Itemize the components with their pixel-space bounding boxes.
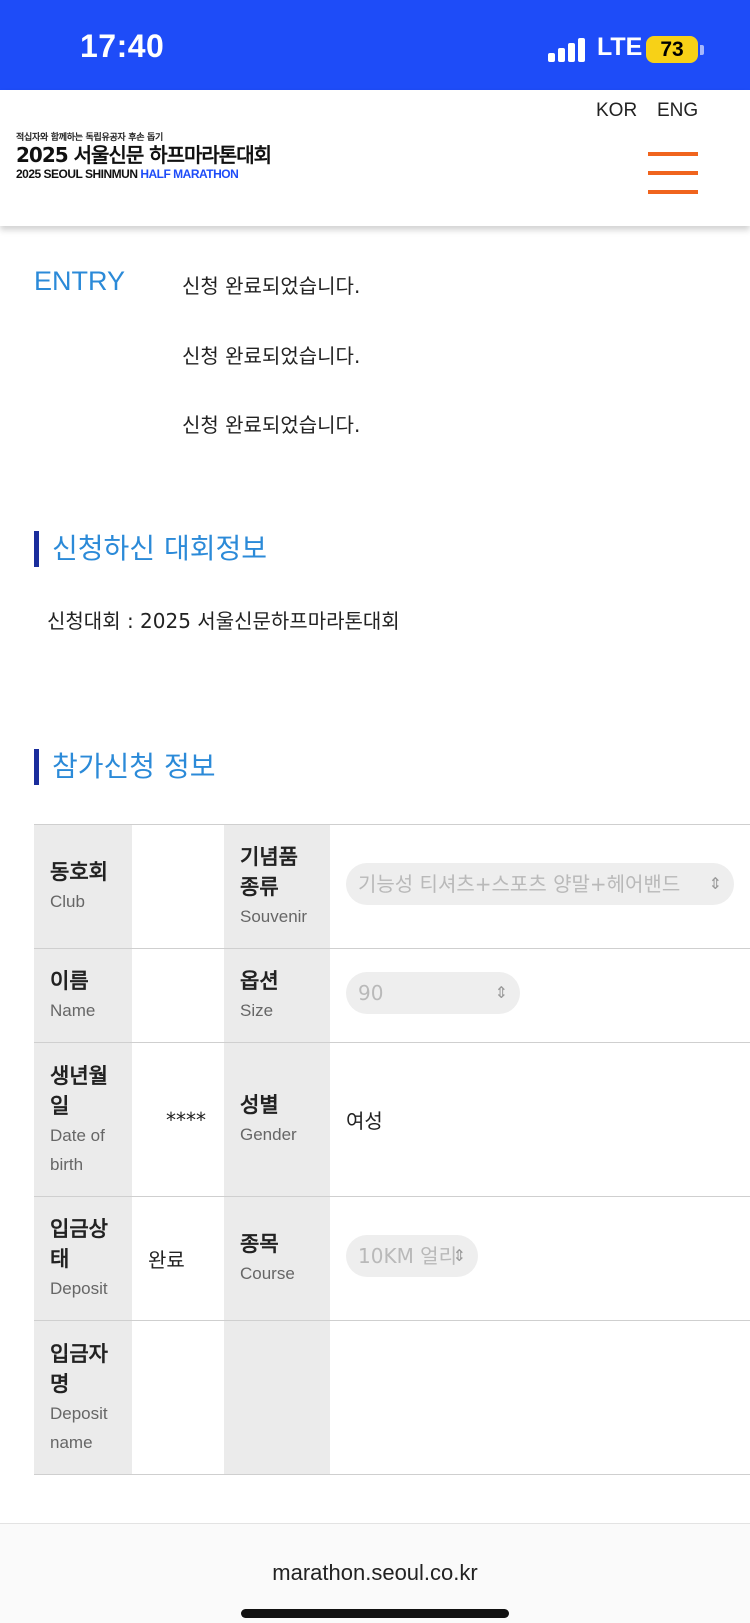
course-cell: 10KM 얼리 ⇕ [330,1196,750,1321]
course-label-en: Course [240,1264,295,1283]
dob-value: **** [132,1042,224,1197]
club-header: 동호회 Club [34,824,132,949]
deposit-value: 완료 [132,1196,224,1321]
logo-english: 2025 SEOUL SHINMUN HALF MARATHON [16,167,276,181]
table-row: 생년월 일 Date of birth **** 성별 Gender 여성 [34,1042,750,1197]
size-header: 옵션 Size [224,948,330,1043]
souvenir-label-en: Souvenir [240,907,308,926]
status-bar: 17:40 LTE 73 [0,0,750,90]
dob-label-en: Date of [50,1125,105,1145]
name-label: 이름 [50,969,89,993]
logo-title: 2025 서울신문 하프마라톤대회 [16,143,272,167]
logo-english-prefix: 2025 SEOUL SHINMUN [16,167,141,181]
size-select[interactable]: 90 ⇕ [346,972,520,1014]
depositor-label-en: Deposit [50,1403,108,1423]
depositor-value [132,1320,224,1475]
deposit-header: 입금상 태 Deposit [34,1196,132,1321]
table-row: 이름 Name 옵션 Size 90 ⇕ [34,948,750,1043]
gender-value: 여성 [330,1042,750,1197]
club-label: 동호회 [50,860,108,884]
site-logo[interactable]: 적십자와 함께하는 독립유공자 후손 돕기 2025 서울신문 하프마라톤대회 … [16,130,276,181]
size-label-en: Size [240,1001,274,1020]
browser-url-bar[interactable]: marathon.seoul.co.kr [0,1523,750,1623]
deposit-label-2: 태 [50,1247,70,1271]
event-name: 신청대회 : 2025 서울신문하프마라톤대회 [47,609,400,633]
menu-icon[interactable] [648,152,698,194]
url-text[interactable]: marathon.seoul.co.kr [0,1560,750,1586]
dob-header: 생년월 일 Date of birth [34,1042,132,1197]
depositor-header: 입금자 명 Deposit name [34,1320,132,1475]
participant-info-table: 동호회 Club 기념품 종류 Souvenir 기능성 티셔츠+스포츠 양말+… [34,824,750,1475]
souvenir-header: 기념품 종류 Souvenir [224,824,330,949]
entry-message: 신청 완료되었습니다. [182,344,361,368]
name-value [132,948,224,1043]
lang-eng-link[interactable]: ENG [657,100,698,122]
table-row: 입금상 태 Deposit 완료 종목 Course 10KM 얼리 ⇕ [34,1196,750,1321]
depositor-label-en-2: name [50,1432,93,1452]
dob-label-2: 일 [50,1093,70,1118]
club-value [132,824,224,949]
souvenir-label-2: 종류 [240,875,279,899]
select-arrows-icon: ⇕ [708,874,722,893]
logo-english-accent: HALF MARATHON [140,167,239,181]
participant-section-title: 참가신청 정보 [34,749,215,785]
dob-label-en-2: birth [50,1154,84,1174]
site-header: 적십자와 함께하는 독립유공자 후손 돕기 2025 서울신문 하프마라톤대회 … [0,90,750,226]
event-section-title: 신청하신 대회정보 [34,531,267,567]
entry-message: 신청 완료되었습니다. [182,413,361,437]
name-label-en: Name [50,1001,96,1020]
table-row: 입금자 명 Deposit name [34,1320,750,1475]
home-indicator[interactable] [241,1609,509,1618]
select-arrows-icon: ⇕ [494,983,508,1002]
course-select-value: 10KM 얼리 [358,1244,457,1268]
gender-header: 성별 Gender [224,1042,330,1197]
select-arrows-icon: ⇕ [452,1246,466,1265]
size-select-value: 90 [358,981,384,1005]
gender-label: 성별 [240,1093,279,1117]
course-select[interactable]: 10KM 얼리 ⇕ [346,1235,478,1277]
size-label: 옵션 [240,969,279,993]
gender-label-en: Gender [240,1125,297,1144]
club-label-en: Club [50,892,85,911]
souvenir-select-value: 기능성 티셔츠+스포츠 양말+헤어밴드 [358,872,681,896]
battery-icon: 73 [646,36,698,63]
souvenir-cell: 기능성 티셔츠+스포츠 양말+헤어밴드 ⇕ [330,824,750,949]
course-header: 종목 Course [224,1196,330,1321]
size-cell: 90 ⇕ [330,948,750,1043]
name-header: 이름 Name [34,948,132,1043]
entry-label: ENTRY [34,266,126,296]
battery-tip [700,45,704,55]
status-time: 17:40 [80,28,165,64]
deposit-label-en: Deposit [50,1279,108,1298]
entry-message: 신청 완료되었습니다. [182,274,361,298]
logo-subtitle: 적십자와 함께하는 독립유공자 후손 돕기 [16,133,163,143]
deposit-label: 입금상 [50,1217,108,1241]
lang-kor-link[interactable]: KOR [596,100,637,122]
souvenir-select[interactable]: 기능성 티셔츠+스포츠 양말+헤어밴드 ⇕ [346,863,734,905]
souvenir-label: 기념품 [240,845,298,869]
depositor-label-2: 명 [50,1371,70,1396]
table-row: 동호회 Club 기념품 종류 Souvenir 기능성 티셔츠+스포츠 양말+… [34,824,750,949]
empty-header [224,1320,330,1475]
cellular-signal-icon [548,38,588,62]
empty-cell [330,1320,750,1475]
course-label: 종목 [240,1232,279,1256]
network-type: LTE [597,33,643,61]
dob-label: 생년월 [50,1063,108,1088]
depositor-label: 입금자 [50,1341,108,1366]
